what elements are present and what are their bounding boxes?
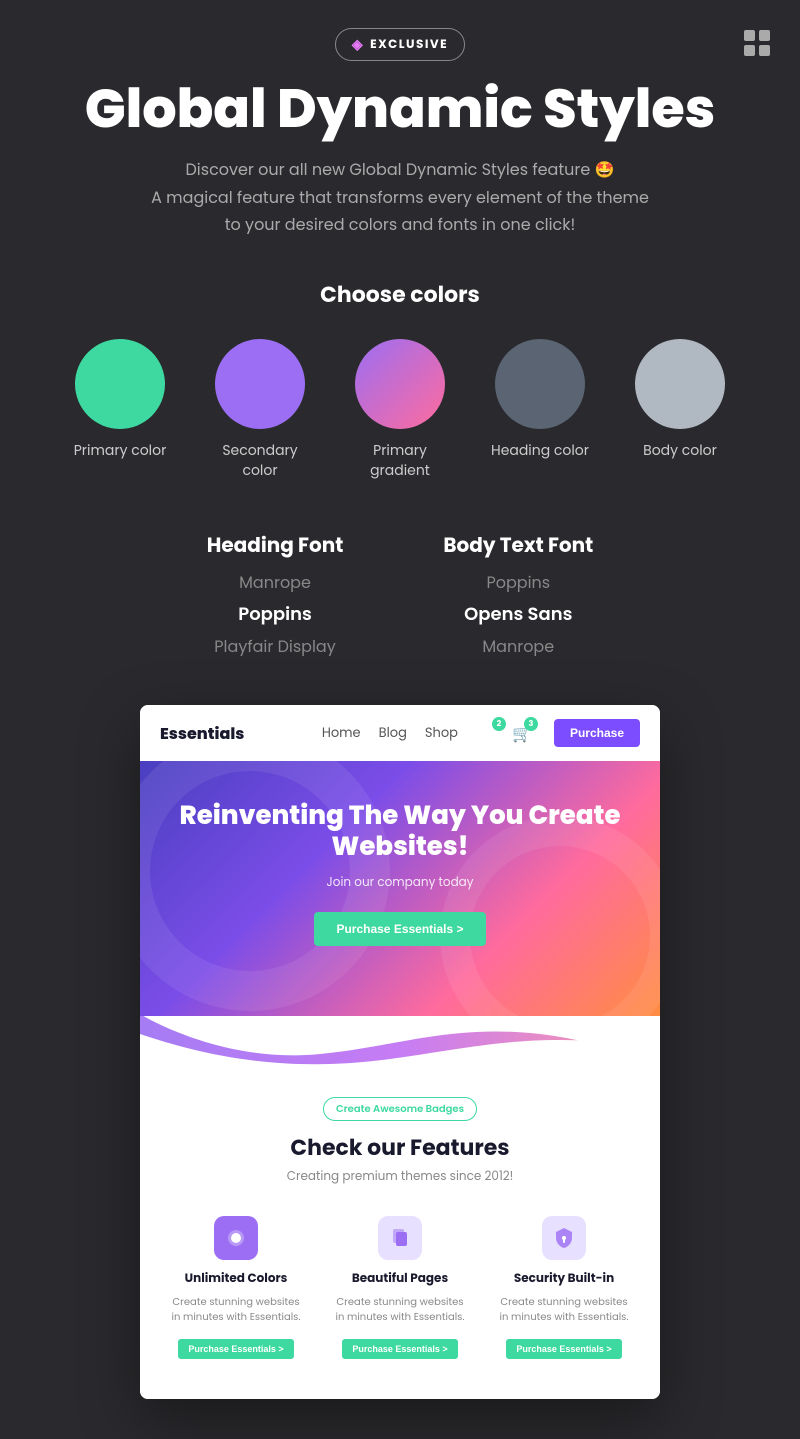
heading-font-manrope[interactable]: Manrope [207, 570, 344, 595]
color-item-gradient[interactable]: Primary gradient [345, 339, 455, 480]
feature-pages-btn[interactable]: Purchase Essentials > [342, 1339, 457, 1359]
body-font-column: Body Text Font Poppins Opens Sans Manrop… [443, 530, 593, 665]
hero-section: Global Dynamic Styles Discover our all n… [0, 61, 800, 248]
fonts-section: Heading Font Manrope Poppins Playfair Di… [0, 500, 800, 685]
secondary-color-label: Secondary color [205, 441, 315, 480]
gradient-color-label: Primary gradient [345, 441, 455, 480]
hero-title: Global Dynamic Styles [60, 79, 740, 138]
secondary-color-circle[interactable] [215, 339, 305, 429]
heading-color-label: Heading color [491, 441, 589, 461]
colors-section-title: Choose colors [60, 278, 740, 311]
hero-subtitle: Discover our all new Global Dynamic Styl… [60, 156, 740, 238]
feature-security-text: Create stunning websites in minutes with… [496, 1294, 632, 1324]
features-title: Check our Features [160, 1131, 640, 1164]
preview-nav-links: Home Blog Shop [322, 723, 458, 743]
body-font-poppins[interactable]: Poppins [443, 570, 593, 595]
preview-nav-blog[interactable]: Blog [379, 723, 407, 743]
feature-security-title: Security Built-in [496, 1270, 632, 1288]
feature-cards: Unlimited Colors Create stunning website… [160, 1206, 640, 1369]
preview-nav-home[interactable]: Home [322, 723, 361, 743]
feature-card-colors: Unlimited Colors Create stunning website… [160, 1206, 312, 1369]
wishlist-badge: 2 [492, 717, 506, 731]
preview-navbar: Essentials Home Blog Shop ♡ 2 🛒 3 [140, 705, 660, 761]
feature-colors-title: Unlimited Colors [168, 1270, 304, 1288]
preview-hero: Reinventing The Way You Create Websites!… [140, 761, 660, 1015]
feature-pages-title: Beautiful Pages [332, 1270, 468, 1288]
top-bar: ◈ EXCLUSIVE [0, 0, 800, 61]
preview-purchase-button[interactable]: Purchase [554, 719, 640, 747]
hero-subtitle-line3: to your desired colors and fonts in one … [225, 213, 576, 236]
feature-security-btn[interactable]: Purchase Essentials > [506, 1339, 621, 1359]
heading-color-circle[interactable] [495, 339, 585, 429]
primary-color-circle[interactable] [75, 339, 165, 429]
primary-color-label: Primary color [74, 441, 167, 461]
exclusive-label: EXCLUSIVE [370, 36, 448, 54]
themeforest-logo [742, 28, 772, 65]
preview-nav-shop[interactable]: Shop [425, 723, 458, 743]
gradient-color-circle[interactable] [355, 339, 445, 429]
features-badge: Create Awesome Badges [323, 1097, 477, 1121]
features-subtitle: Creating premium themes since 2012! [160, 1168, 640, 1186]
pages-icon [378, 1216, 422, 1260]
wishlist-icon-wrap[interactable]: ♡ 2 [478, 721, 502, 745]
body-font-manrope[interactable]: Manrope [443, 634, 593, 659]
hero-subtitle-line2: A magical feature that transforms every … [151, 186, 649, 209]
color-item-heading[interactable]: Heading color [485, 339, 595, 461]
color-item-secondary[interactable]: Secondary color [205, 339, 315, 480]
colors-icon [214, 1216, 258, 1260]
color-item-body[interactable]: Body color [625, 339, 735, 461]
hero-subtitle-line1: Discover our all new Global Dynamic Styl… [185, 158, 614, 181]
preview-card: Essentials Home Blog Shop ♡ 2 🛒 3 [140, 705, 660, 1398]
preview-nav-logo: Essentials [160, 721, 244, 746]
page-wrapper: ◈ EXCLUSIVE Global Dynamic Styles Discov… [0, 0, 800, 1439]
body-color-circle[interactable] [635, 339, 725, 429]
preview-section: Essentials Home Blog Shop ♡ 2 🛒 3 [0, 685, 800, 1438]
heading-font-title: Heading Font [207, 530, 344, 560]
feature-card-pages: Beautiful Pages Create stunning websites… [324, 1206, 476, 1369]
preview-hero-cta-button[interactable]: Purchase Essentials > [314, 912, 485, 946]
heading-font-column: Heading Font Manrope Poppins Playfair Di… [207, 530, 344, 665]
preview-hero-subtitle: Join our company today [170, 874, 630, 892]
exclusive-badge: ◈ EXCLUSIVE [335, 28, 465, 61]
heading-font-playfair[interactable]: Playfair Display [207, 634, 344, 659]
feature-pages-text: Create stunning websites in minutes with… [332, 1294, 468, 1324]
color-item-primary[interactable]: Primary color [65, 339, 175, 461]
body-font-opensans[interactable]: Opens Sans [443, 601, 593, 628]
wave-divider [140, 1014, 660, 1074]
security-icon [542, 1216, 586, 1260]
cart-icon-wrap[interactable]: 🛒 3 [510, 721, 534, 745]
diamond-icon: ◈ [352, 34, 364, 55]
feature-colors-btn[interactable]: Purchase Essentials > [178, 1339, 293, 1359]
feature-colors-text: Create stunning websites in minutes with… [168, 1294, 304, 1324]
body-color-label: Body color [643, 441, 717, 461]
preview-nav-icons: ♡ 2 🛒 3 [478, 721, 534, 745]
color-circles: Primary color Secondary color Primary gr… [60, 339, 740, 480]
colors-section: Choose colors Primary color Secondary co… [0, 248, 800, 500]
cart-badge: 3 [524, 717, 538, 731]
body-font-title: Body Text Font [443, 530, 593, 560]
preview-hero-title: Reinventing The Way You Create Websites! [170, 801, 630, 863]
preview-features: Create Awesome Badges Check our Features… [140, 1074, 660, 1399]
feature-card-security: Security Built-in Create stunning websit… [488, 1206, 640, 1369]
heading-font-poppins[interactable]: Poppins [207, 601, 344, 628]
